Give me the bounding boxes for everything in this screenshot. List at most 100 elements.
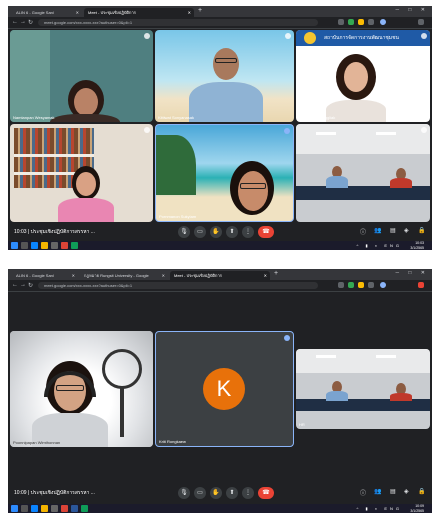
mic-icon[interactable]: 🎙	[178, 487, 190, 499]
extension-icon[interactable]	[368, 282, 374, 288]
chat-icon[interactable]: ▤	[390, 227, 396, 234]
browser-tab-active[interactable]: Meet - ประชุมเชิงปฏิบัติการ ✕	[84, 8, 194, 17]
people-icon[interactable]: 👥	[374, 488, 381, 495]
app-icon[interactable]	[71, 242, 78, 249]
glasses-shape	[240, 183, 266, 189]
people-icon[interactable]: 👥	[374, 227, 381, 234]
app-icon[interactable]	[81, 505, 88, 512]
taskbar-clock[interactable]: 10:03 3/1/2565	[410, 241, 424, 250]
extension-icon[interactable]	[348, 282, 354, 288]
chrome-icon[interactable]	[61, 242, 68, 249]
end-call-icon[interactable]: ☎	[258, 487, 274, 499]
more-options-icon[interactable]	[144, 33, 150, 39]
more-options-icon[interactable]	[285, 33, 291, 39]
participant-tile[interactable]: สถาบันการจัดการงานพัฒนาชุมชน Pimkamol Ko…	[296, 30, 430, 122]
tab-close-icon[interactable]: ✕	[72, 271, 75, 280]
new-tab-icon[interactable]: +	[274, 270, 278, 277]
menu-icon[interactable]	[418, 282, 424, 288]
extension-icon[interactable]	[338, 282, 344, 288]
participant-body	[390, 393, 412, 401]
extension-icon[interactable]	[358, 282, 364, 288]
camera-icon[interactable]: ▭	[194, 226, 206, 238]
clock-date: 3/1/2565	[410, 245, 424, 250]
logo-icon	[304, 32, 316, 44]
participant-tile[interactable]	[296, 124, 430, 222]
window-controls[interactable]: ─ □ ✕	[395, 270, 429, 276]
chat-icon[interactable]: ▤	[390, 488, 396, 495]
participant-tile-active-speaker[interactable]: Pornmanon Sukyiam	[155, 124, 294, 222]
store-icon[interactable]	[51, 242, 58, 249]
folder-icon[interactable]	[41, 505, 48, 512]
window-controls[interactable]: ─ □ ✕	[395, 7, 429, 13]
participant-tile-active-speaker[interactable]: K Kriti Rongkaew	[155, 331, 294, 447]
info-icon[interactable]: ⓘ	[360, 488, 366, 497]
mic-icon[interactable]: 🎙	[178, 226, 190, 238]
browser-tab[interactable]: กฎหมาย Rungsit University - Google ✕	[80, 271, 168, 280]
raise-hand-icon[interactable]: ✋	[210, 226, 222, 238]
participant-tile[interactable]	[10, 124, 153, 222]
new-tab-icon[interactable]: +	[198, 7, 202, 14]
taskbar-clock[interactable]: 10:09 3/1/2565	[410, 504, 424, 513]
browser-tab[interactable]: ALIN 6 - Google Sanl ✕	[12, 271, 78, 280]
tab-close-icon[interactable]: ✕	[76, 8, 79, 17]
url-field[interactable]: meet.google.com/xxx-xxxx-xxx?authuser=0&…	[38, 282, 318, 289]
participant-tile[interactable]: Poonnipapan Wimthonnan	[10, 331, 153, 447]
forward-icon[interactable]: →	[20, 19, 26, 25]
system-tray[interactable]: ^ ▮ ◖ ENG	[357, 243, 403, 248]
lock-icon[interactable]: 🔒	[418, 488, 425, 495]
present-icon[interactable]: ⬆	[226, 226, 238, 238]
extension-icon[interactable]	[358, 19, 364, 25]
raise-hand-icon[interactable]: ✋	[210, 487, 222, 499]
search-icon[interactable]	[21, 242, 28, 249]
participant-face	[238, 171, 268, 211]
participant-tile[interactable]: HR	[296, 349, 430, 429]
back-icon[interactable]: ←	[12, 19, 18, 25]
menu-icon[interactable]	[418, 19, 424, 25]
back-icon[interactable]: ←	[12, 282, 18, 288]
participant-name: Pornmanon Sukyiam	[159, 214, 197, 219]
meeting-time: 10:03	[14, 229, 27, 235]
more-icon[interactable]: ⋮	[242, 226, 254, 238]
browser-tab[interactable]: ALIN 6 - Google Sanl ✕	[12, 8, 82, 17]
extension-icon[interactable]	[338, 19, 344, 25]
more-options-icon[interactable]	[421, 127, 427, 133]
present-icon[interactable]: ⬆	[226, 487, 238, 499]
activities-icon[interactable]: ◈	[404, 488, 409, 495]
virtual-background-banner: สถาบันการจัดการงานพัฒนาชุมชน	[296, 30, 430, 46]
reload-icon[interactable]: ↻	[28, 19, 33, 26]
profile-avatar-icon[interactable]	[380, 282, 386, 288]
participant-tile[interactable]: Namtanpan Wesyamak	[10, 30, 153, 122]
tab-close-icon[interactable]: ✕	[264, 271, 267, 280]
store-icon[interactable]	[51, 505, 58, 512]
camera-icon[interactable]: ▭	[194, 487, 206, 499]
extension-icon[interactable]	[348, 19, 354, 25]
edge-icon[interactable]	[31, 505, 38, 512]
edge-icon[interactable]	[31, 242, 38, 249]
folder-icon[interactable]	[41, 242, 48, 249]
start-icon[interactable]	[11, 242, 18, 249]
participant-tile[interactable]: Kittiwat Sonyanasak	[155, 30, 294, 122]
end-call-icon[interactable]: ☎	[258, 226, 274, 238]
profile-avatar-icon[interactable]	[380, 19, 386, 25]
more-options-icon[interactable]	[144, 127, 150, 133]
conference-table	[296, 186, 430, 200]
start-icon[interactable]	[11, 505, 18, 512]
activities-icon[interactable]: ◈	[404, 227, 409, 234]
participant-body	[189, 82, 263, 122]
info-icon[interactable]: ⓘ	[360, 227, 366, 236]
url-text: meet.google.com/xxx-xxxx-xxx?authuser=0&…	[44, 283, 133, 288]
lock-icon[interactable]: 🔒	[418, 227, 425, 234]
tab-close-icon[interactable]: ✕	[162, 271, 165, 280]
url-field[interactable]: meet.google.com/xxx-xxxx-xxx?authuser=0&…	[38, 19, 318, 26]
chrome-icon[interactable]	[61, 505, 68, 512]
forward-icon[interactable]: →	[20, 282, 26, 288]
more-icon[interactable]: ⋮	[242, 487, 254, 499]
browser-tab-active[interactable]: Meet - ประชุมเชิงปฏิบัติการ ✕	[170, 271, 270, 280]
reload-icon[interactable]: ↻	[28, 282, 33, 289]
tab-close-icon[interactable]: ✕	[188, 8, 191, 17]
system-tray[interactable]: ^ ▮ ◖ ENG	[357, 506, 403, 511]
more-options-icon[interactable]	[421, 33, 427, 39]
extension-icon[interactable]	[368, 19, 374, 25]
word-icon[interactable]	[71, 505, 78, 512]
search-icon[interactable]	[21, 505, 28, 512]
